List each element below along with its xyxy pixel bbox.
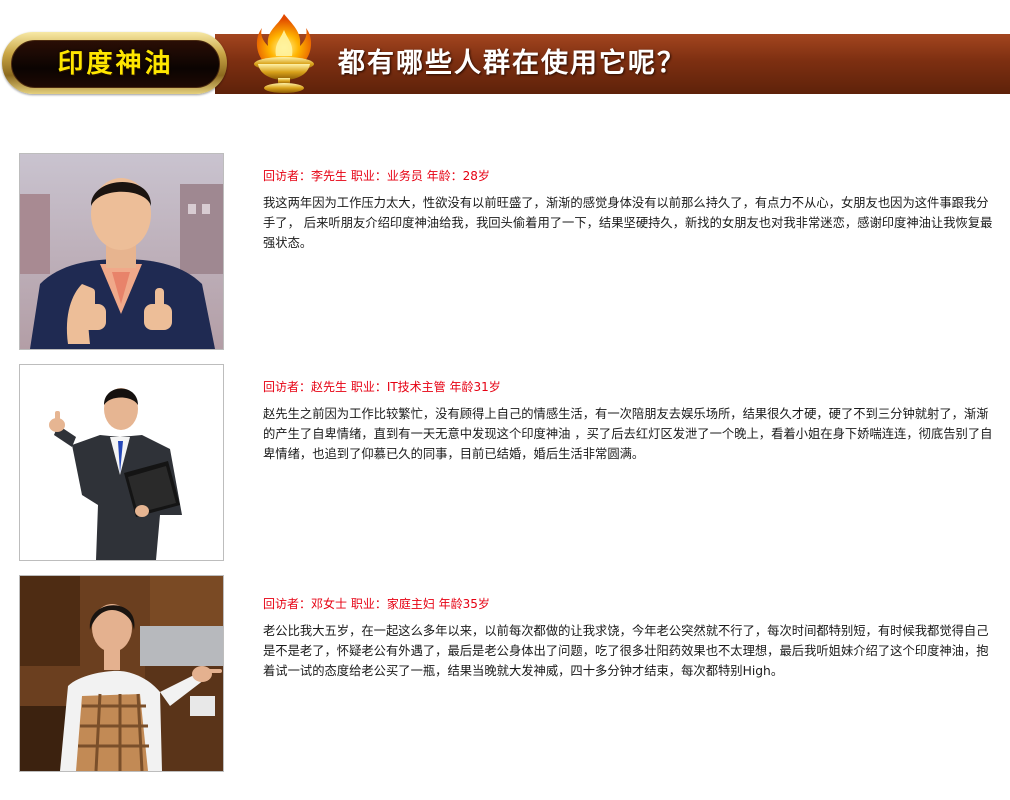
testimonial-text: 赵先生之前因为工作比较繁忙，没有顾得上自己的情感生活，有一次陪朋友去娱乐场所，结… [263,407,993,461]
testimonial-text: 我这两年因为工作压力太大，性欲没有以前旺盛了，渐渐的感觉身体没有以前那么持久了，… [263,196,993,250]
product-badge-inner: 印度神油 [11,40,220,88]
man-with-folder-thumbs-up-photo [19,364,224,561]
product-badge: 印度神油 [2,32,227,94]
visitor-meta: 回访者：邓女士 职业：家庭主妇 年龄35岁 [263,597,490,611]
businessman-thumbs-up-photo [19,153,224,350]
visitor-meta: 回访者：李先生 职业：业务员 年龄：28岁 [263,169,490,183]
visitor-meta: 回访者：赵先生 职业：IT技术主管 年龄31岁 [263,380,501,394]
product-badge-text: 印度神油 [57,49,174,79]
trophy-flame-icon [244,10,324,94]
header-banner: 印度神油 都有哪些人群在使用它呢？ [0,14,1010,98]
headline: 都有哪些人群在使用它呢？ [338,48,686,79]
testimonial-text: 老公比我大五岁，在一起这么多年以来，以前每次都做的让我求饶，今年老公突然就不行了… [263,624,989,678]
woman-in-kitchen-photo [19,575,224,772]
